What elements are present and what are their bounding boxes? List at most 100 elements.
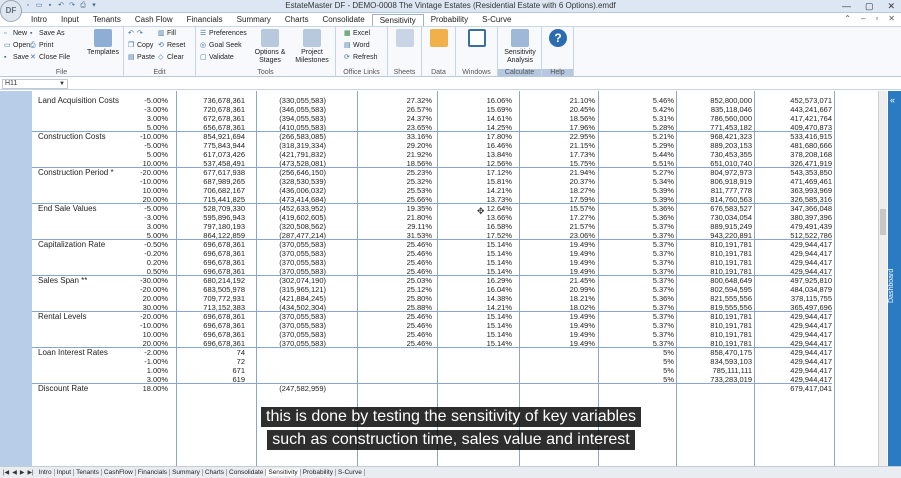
tab-consolidate[interactable]: Consolidate — [315, 14, 371, 26]
table-cell[interactable]: -2.00% — [144, 348, 168, 357]
table-cell[interactable]: 834,593,103 — [710, 357, 752, 366]
table-cell[interactable]: 810,191,781 — [710, 258, 752, 267]
table-cell[interactable]: 5.37% — [653, 285, 674, 294]
name-box[interactable]: H11 ▼ — [2, 79, 68, 89]
project-milestones-button[interactable]: Project Milestones — [292, 29, 332, 65]
table-cell[interactable]: 679,417,041 — [790, 384, 832, 393]
table-cell[interactable]: 429,944,417 — [790, 330, 832, 339]
last-sheet-icon[interactable]: ▶| — [27, 469, 33, 476]
table-cell[interactable]: 671 — [232, 366, 245, 375]
table-cell[interactable]: -5.00% — [144, 96, 168, 105]
table-cell[interactable]: 5.37% — [653, 330, 674, 339]
variable-label[interactable]: End Sale Values — [38, 204, 97, 213]
table-cell[interactable]: 10.00% — [143, 186, 168, 195]
sheet-tab-tenants[interactable]: Tenants — [74, 469, 102, 476]
table-cell[interactable]: 429,944,417 — [790, 366, 832, 375]
table-cell[interactable]: (328,530,539) — [279, 177, 326, 186]
table-cell[interactable]: 5.46% — [653, 96, 674, 105]
table-cell[interactable]: 21.15% — [570, 141, 595, 150]
table-cell[interactable]: 5.34% — [653, 177, 674, 186]
table-cell[interactable]: 802,594,595 — [710, 285, 752, 294]
table-cell[interactable]: 672,678,361 — [203, 114, 245, 123]
table-cell[interactable]: 3.00% — [147, 222, 168, 231]
sheet-tab-sensitivity[interactable]: Sensitivity — [266, 469, 301, 476]
table-cell[interactable]: 736,678,361 — [203, 96, 245, 105]
table-cell[interactable]: 471,469,461 — [790, 177, 832, 186]
sheet-tab-s-curve[interactable]: S-Curve — [336, 469, 365, 476]
table-cell[interactable]: 429,944,417 — [790, 240, 832, 249]
table-cell[interactable]: 889,203,153 — [710, 141, 752, 150]
table-cell[interactable]: 968,421,323 — [710, 132, 752, 141]
table-cell[interactable]: 380,397,396 — [790, 213, 832, 222]
table-cell[interactable]: 429,944,417 — [790, 357, 832, 366]
table-cell[interactable]: 800,648,649 — [710, 276, 752, 285]
table-cell[interactable]: 5.37% — [653, 312, 674, 321]
tab-summary[interactable]: Summary — [230, 14, 278, 26]
table-cell[interactable]: 22.95% — [570, 132, 595, 141]
table-cell[interactable]: -3.00% — [144, 213, 168, 222]
table-cell[interactable]: 5.27% — [653, 168, 674, 177]
table-cell[interactable]: (318,319,334) — [279, 141, 326, 150]
goal-seek-button[interactable]: ◎ Goal Seek — [200, 42, 242, 49]
table-cell[interactable]: 29.20% — [407, 141, 432, 150]
table-cell[interactable]: 696,678,361 — [203, 240, 245, 249]
table-cell[interactable]: 786,560,000 — [710, 114, 752, 123]
table-cell[interactable]: 5.42% — [653, 105, 674, 114]
open-button[interactable]: ▭ Open — [4, 42, 30, 49]
table-cell[interactable]: (346,055,583) — [279, 105, 326, 114]
table-cell[interactable]: -10.00% — [140, 321, 168, 330]
table-cell[interactable]: 543,353,850 — [790, 168, 832, 177]
table-cell[interactable]: -3.00% — [144, 105, 168, 114]
table-cell[interactable]: 5.00% — [147, 150, 168, 159]
table-cell[interactable]: 497,925,810 — [790, 276, 832, 285]
dashboard-panel[interactable]: « Dashboard — [888, 91, 901, 466]
table-cell[interactable]: 17.12% — [487, 168, 512, 177]
table-cell[interactable]: 5.37% — [653, 258, 674, 267]
table-cell[interactable]: 15.14% — [487, 258, 512, 267]
table-cell[interactable]: 5% — [663, 357, 674, 366]
table-cell[interactable]: 14.38% — [487, 294, 512, 303]
table-cell[interactable]: -5.00% — [144, 204, 168, 213]
table-cell[interactable]: 72 — [237, 357, 245, 366]
table-cell[interactable]: (452,633,952) — [279, 204, 326, 213]
table-cell[interactable]: 13.66% — [487, 213, 512, 222]
table-cell[interactable]: 20.37% — [570, 177, 595, 186]
table-cell[interactable]: 810,191,781 — [710, 321, 752, 330]
table-cell[interactable]: 25.46% — [407, 240, 432, 249]
minimize-icon[interactable]: — — [842, 1, 851, 12]
table-cell[interactable]: 1.00% — [147, 366, 168, 375]
table-cell[interactable]: -20.00% — [140, 168, 168, 177]
table-cell[interactable]: 810,191,781 — [710, 312, 752, 321]
table-cell[interactable]: 20.45% — [570, 105, 595, 114]
table-cell[interactable]: 785,111,111 — [713, 366, 752, 375]
chevron-down-icon[interactable]: ▼ — [59, 80, 65, 88]
table-cell[interactable]: 15.14% — [487, 330, 512, 339]
table-cell[interactable]: 5.31% — [653, 114, 674, 123]
tab-cash-flow[interactable]: Cash Flow — [128, 14, 180, 26]
table-cell[interactable]: (421,884,245) — [279, 294, 326, 303]
table-cell[interactable]: 677,617,938 — [203, 168, 245, 177]
table-cell[interactable]: 696,678,361 — [203, 249, 245, 258]
sheet-tab-intro[interactable]: Intro — [37, 469, 55, 476]
table-cell[interactable]: -0.20% — [144, 249, 168, 258]
table-cell[interactable]: 3.00% — [147, 114, 168, 123]
sheet-tab-summary[interactable]: Summary — [170, 469, 203, 476]
tab-intro[interactable]: Intro — [24, 14, 54, 26]
table-cell[interactable]: -30.00% — [140, 276, 168, 285]
table-cell[interactable]: 443,241,667 — [790, 105, 832, 114]
sheet-tab-charts[interactable]: Charts — [203, 469, 228, 476]
table-cell[interactable]: 16.06% — [487, 96, 512, 105]
table-cell[interactable]: 5.37% — [653, 222, 674, 231]
tab-charts[interactable]: Charts — [278, 14, 316, 26]
table-cell[interactable]: 19.49% — [570, 330, 595, 339]
table-cell[interactable]: 5.36% — [653, 213, 674, 222]
table-cell[interactable]: 811,777,778 — [711, 186, 752, 195]
table-cell[interactable]: 29.11% — [407, 222, 432, 231]
tab-probability[interactable]: Probability — [424, 14, 475, 26]
table-cell[interactable]: 25.03% — [407, 276, 432, 285]
table-cell[interactable]: 821,555,556 — [710, 294, 752, 303]
table-cell[interactable]: 20.99% — [570, 285, 595, 294]
tab-financials[interactable]: Financials — [180, 14, 230, 26]
data-button[interactable] — [428, 29, 450, 49]
first-sheet-icon[interactable]: |◀ — [3, 469, 9, 476]
